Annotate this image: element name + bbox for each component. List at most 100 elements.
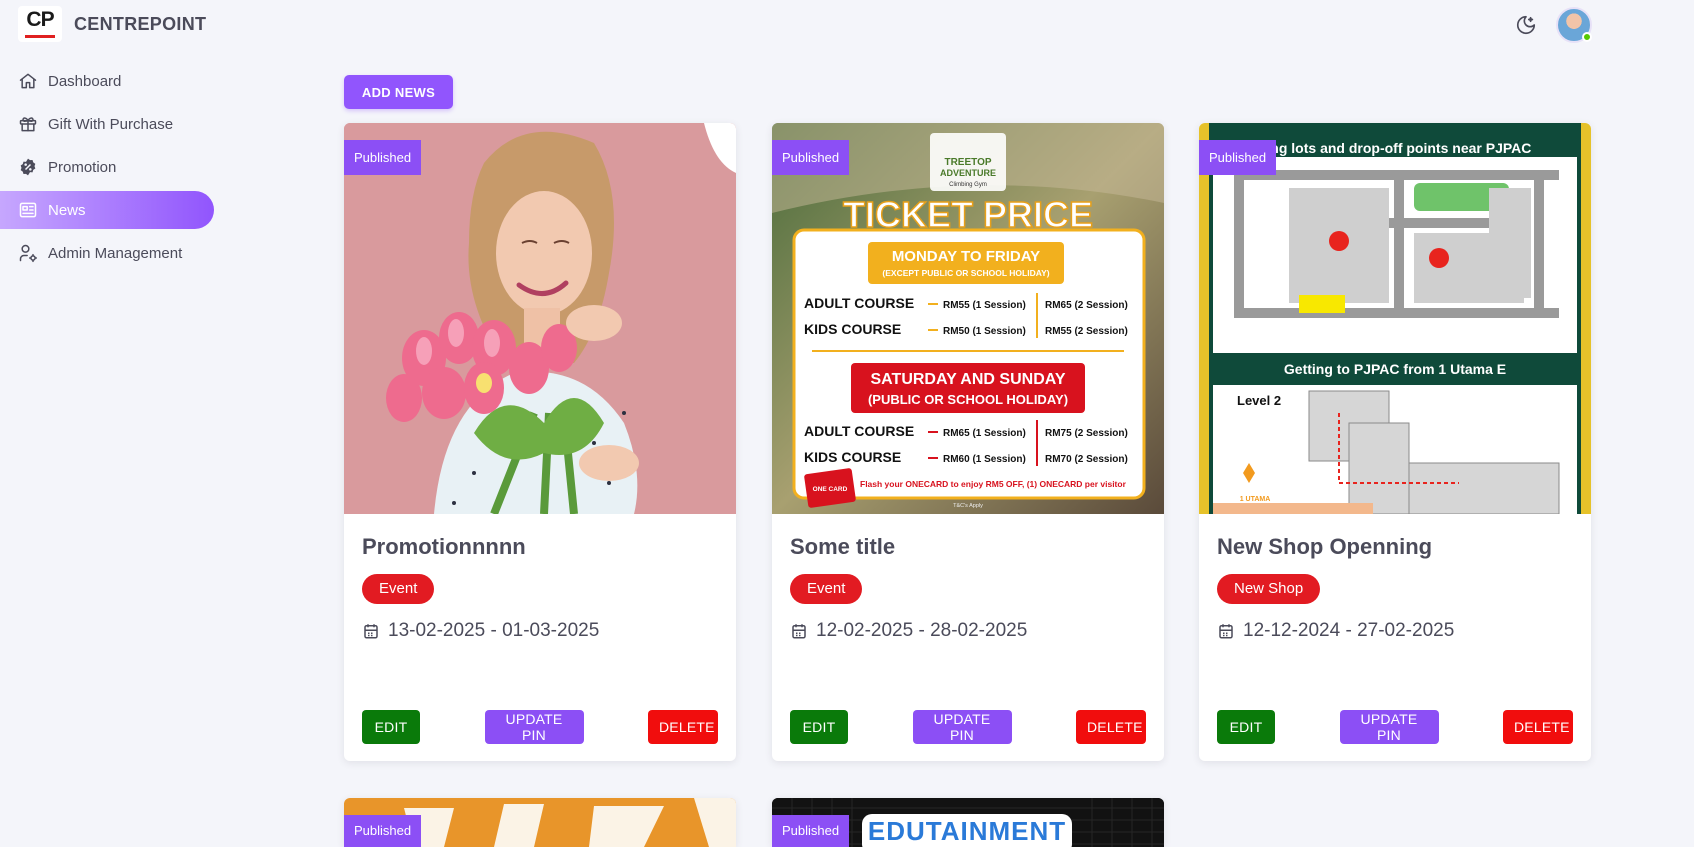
news-title: New Shop Openning — [1217, 534, 1433, 559]
newspaper-icon — [19, 202, 37, 218]
poster-brand-3: Climbing Gym — [949, 182, 987, 188]
discount-badge-icon — [20, 158, 36, 176]
poster-row-course: ADULT COURSE — [804, 423, 914, 439]
news-title: Promotionnnnn — [362, 534, 526, 559]
sidebar-item-label: Admin Management — [48, 244, 183, 262]
news-card-image: TREETOP ADVENTURE Climbing Gym TICKET PR… — [772, 123, 1164, 514]
poster-row-price: RM75 (2 Session) — [1045, 428, 1128, 439]
brand-name: CENTREPOINT — [74, 13, 207, 34]
delete-button[interactable]: DELETE — [1503, 710, 1573, 744]
news-card: king lots and drop-off points near PJPAC… — [1199, 123, 1591, 761]
calendar-icon — [1219, 624, 1233, 639]
poster-weekday-sub: (EXCEPT PUBLIC OR SCHOOL HOLIDAY) — [882, 268, 1049, 278]
status-badge: Published — [344, 815, 422, 847]
poster-tc: T&C's Apply — [953, 503, 983, 509]
card-actions: EDIT UPDATE PIN DELETE — [790, 710, 1146, 744]
sidebar-item-label: Gift With Purchase — [48, 115, 174, 133]
category-tag: New Shop — [1217, 574, 1321, 604]
edit-button[interactable]: EDIT — [362, 710, 420, 744]
date-range-text: 12-12-2024 - 27-02-2025 — [1243, 620, 1455, 641]
poster-row-price: RM65 (1 Session) — [943, 428, 1026, 439]
brand[interactable]: CP CENTREPOINT — [18, 6, 206, 42]
sidebar-item-label: News — [48, 201, 86, 219]
poster-row-price: RM70 (2 Session) — [1045, 454, 1128, 465]
header-actions — [1512, 7, 1592, 43]
add-news-button[interactable]: ADD NEWS — [344, 75, 453, 109]
poster-row-price: RM65 (2 Session) — [1045, 300, 1128, 311]
sidebar-item-news[interactable]: News — [0, 191, 214, 229]
news-card-body: New Shop Openning New Shop 12-12-2024 - … — [1199, 514, 1591, 761]
poster-row-course: ADULT COURSE — [804, 295, 914, 311]
calendar-icon — [792, 624, 806, 639]
woman-with-tulips-image — [344, 123, 736, 514]
date-range: 12-12-2024 - 27-02-2025 — [1217, 620, 1573, 642]
status-badge: Published — [772, 815, 850, 847]
calendar-icon — [364, 624, 378, 639]
poster-top-caption: king lots and drop-off points near PJPAC — [1259, 140, 1532, 156]
poster-row-course: KIDS COURSE — [804, 449, 901, 465]
update-pin-button[interactable]: UPDATE PIN — [912, 710, 1012, 744]
date-range: 13-02-2025 - 01-03-2025 — [362, 620, 718, 642]
poster-weekday-title: MONDAY TO FRIDAY — [892, 248, 1040, 265]
news-card: Published — [344, 798, 736, 847]
sidebar-item-gift-with-purchase[interactable]: Gift With Purchase — [0, 105, 214, 143]
poster-row-price: RM50 (1 Session) — [943, 326, 1026, 337]
sidebar: Dashboard Gift With Purchase Promotion N… — [0, 62, 214, 277]
poster-weekend-title: SATURDAY AND SUNDAY — [871, 371, 1066, 388]
sidebar-item-promotion[interactable]: Promotion — [0, 148, 214, 186]
date-range-text: 12-02-2025 - 28-02-2025 — [816, 620, 1028, 641]
sidebar-item-label: Dashboard — [48, 72, 122, 90]
card-actions: EDIT UPDATE PIN DELETE — [362, 710, 718, 744]
poster-level-label: Level 2 — [1237, 393, 1281, 408]
parking-map-poster: king lots and drop-off points near PJPAC… — [1199, 123, 1591, 514]
news-title: Some title — [790, 534, 896, 559]
delete-button[interactable]: DELETE — [648, 710, 718, 744]
poster-row-course: KIDS COURSE — [804, 321, 901, 337]
poster-weekend-sub: (PUBLIC OR SCHOOL HOLIDAY) — [868, 392, 1068, 407]
moon-icon[interactable] — [1512, 11, 1540, 39]
poster-brand-2: ADVENTURE — [940, 168, 996, 178]
category-tag: Event — [362, 574, 435, 604]
poster-row-price: RM55 (1 Session) — [943, 300, 1026, 311]
update-pin-button[interactable]: UPDATE PIN — [484, 710, 584, 744]
gift-icon — [19, 117, 37, 132]
category-tag: Event — [790, 574, 863, 604]
news-card-image: Published — [344, 123, 736, 514]
news-card-image: king lots and drop-off points near PJPAC… — [1199, 123, 1591, 514]
news-card-image: EDUTAINMENT Published — [772, 798, 1164, 847]
poster-brand-1: TREETOP — [944, 157, 991, 168]
news-card-body: Some title Event 12-02-2025 - 28-02-2025… — [772, 514, 1164, 761]
update-pin-button[interactable]: UPDATE PIN — [1339, 710, 1439, 744]
sidebar-item-admin-management[interactable]: Admin Management — [0, 234, 214, 272]
news-card: Published Promotionnnnn Event 13-02-2025… — [344, 123, 736, 761]
delete-button[interactable]: DELETE — [1076, 710, 1146, 744]
status-badge: Published — [344, 140, 422, 175]
news-card: TREETOP ADVENTURE Climbing Gym TICKET PR… — [772, 123, 1164, 761]
logo-text: CP — [26, 8, 54, 31]
poster-row-price: RM55 (2 Session) — [1045, 326, 1128, 337]
edit-button[interactable]: EDIT — [790, 710, 848, 744]
user-avatar[interactable] — [1556, 7, 1592, 43]
sidebar-item-dashboard[interactable]: Dashboard — [0, 62, 214, 100]
home-icon — [19, 73, 37, 89]
poster-row-price: RM60 (1 Session) — [943, 454, 1026, 465]
user-cog-icon — [19, 244, 38, 263]
status-badge: Published — [772, 140, 850, 175]
date-range-text: 13-02-2025 - 01-03-2025 — [388, 620, 600, 641]
news-card-body: Promotionnnnn Event 13-02-2025 - 01-03-2… — [344, 514, 736, 761]
card-actions: EDIT UPDATE PIN DELETE — [1217, 710, 1573, 744]
poster-edutainment-text: EDUTAINMENT — [868, 816, 1066, 846]
poster-mall-label: 1 UTAMA — [1240, 496, 1271, 503]
status-badge: Published — [1199, 140, 1277, 175]
edit-button[interactable]: EDIT — [1217, 710, 1275, 744]
news-card-image: Published — [344, 798, 736, 847]
news-card: EDUTAINMENT Published — [772, 798, 1164, 847]
app-logo[interactable]: CP — [18, 6, 62, 42]
date-range: 12-02-2025 - 28-02-2025 — [790, 620, 1146, 642]
sidebar-item-label: Promotion — [48, 158, 117, 176]
poster-card-label: ONE CARD — [813, 486, 848, 493]
online-status-dot — [1582, 32, 1592, 42]
poster-mid-caption: Getting to PJPAC from 1 Utama E — [1284, 361, 1506, 377]
poster-footer: Flash your ONECARD to enjoy RM5 OFF, (1)… — [860, 479, 1127, 489]
ticket-price-poster: TREETOP ADVENTURE Climbing Gym TICKET PR… — [772, 123, 1164, 514]
